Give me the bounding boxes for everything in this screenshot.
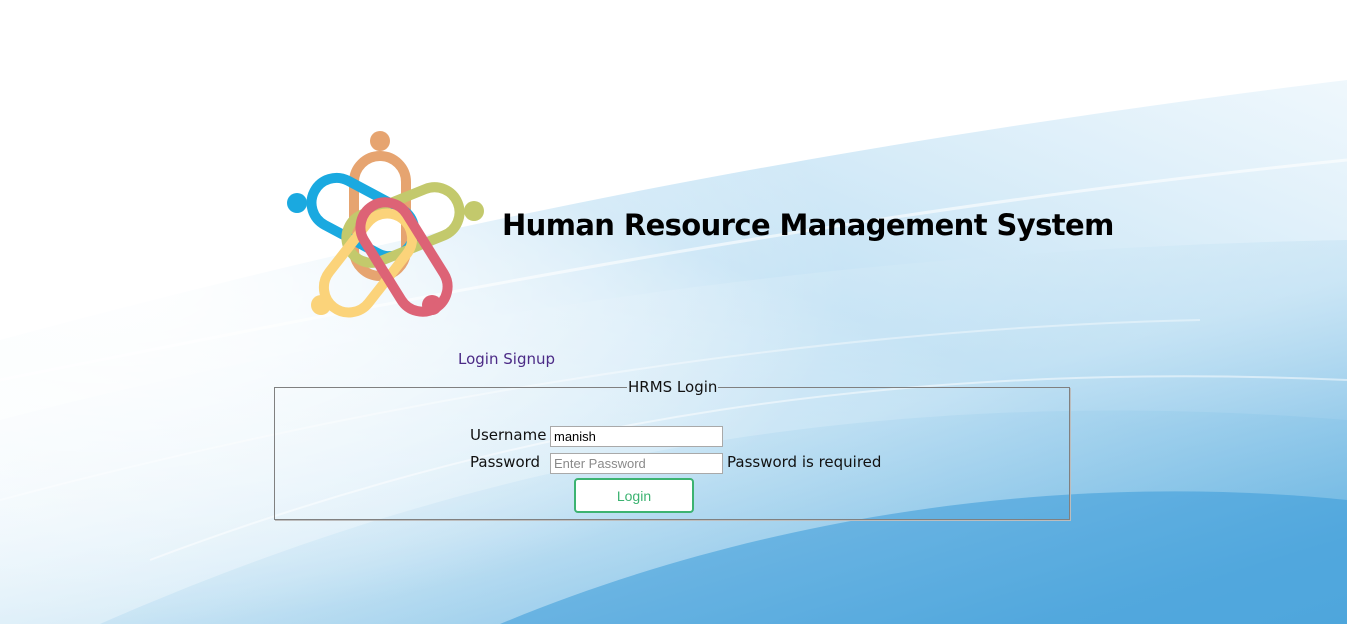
password-label: Password [470, 453, 541, 471]
password-input[interactable] [550, 453, 723, 474]
password-error-message: Password is required [727, 453, 882, 471]
people-chain-logo-icon [287, 131, 484, 318]
login-legend: HRMS Login [628, 378, 718, 396]
login-link[interactable]: Login [458, 350, 498, 368]
login-button[interactable]: Login [574, 478, 694, 513]
username-label: Username [470, 426, 547, 444]
app-title: Human Resource Management System [502, 208, 1114, 242]
username-input[interactable] [550, 426, 723, 447]
auth-nav-links: Login Signup [458, 350, 555, 368]
background-waves [0, 0, 1347, 624]
signup-link[interactable]: Signup [503, 350, 555, 368]
